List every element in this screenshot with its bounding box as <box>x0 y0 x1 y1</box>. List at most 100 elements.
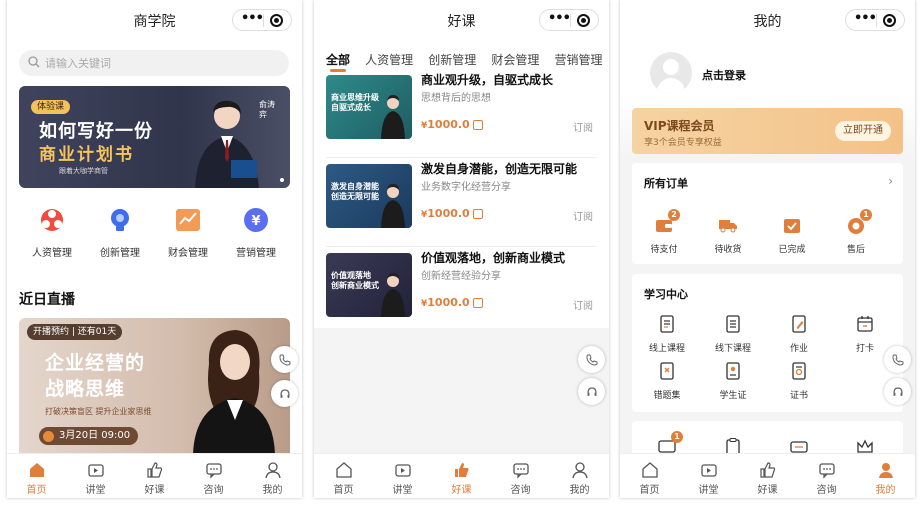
tab-courses[interactable]: 好课 <box>432 454 491 498</box>
screen-mine: 我的 ••• 点击登录 VIP课程会员 享3个会员专享权益 立即开通 所有订单 … <box>620 0 915 498</box>
close-target-icon[interactable] <box>883 14 896 27</box>
study-center-card: 学习中心 线上课程 线下课程 作业 打卡 错题集 学生证 证书 <box>632 274 903 412</box>
chevron-right-icon[interactable]: › <box>888 174 893 188</box>
tab-consult[interactable]: 咨询 <box>797 454 856 498</box>
header: 商学院 ••• <box>7 0 302 40</box>
tab-home[interactable]: 首页 <box>7 454 66 498</box>
vip-icon <box>472 120 483 130</box>
category-hr[interactable]: 人资管理 <box>22 206 82 259</box>
study-student-card[interactable]: 学生证 <box>713 361 753 401</box>
tab-hr[interactable]: 人资管理 <box>365 51 413 68</box>
tab-consult[interactable]: 咨询 <box>184 454 243 498</box>
course-item[interactable]: 商业思维升级 自驱式成长 商业观升级，自驱式成长 思想背后的思想 ¥1000.0… <box>326 69 597 158</box>
order-pending-receipt[interactable]: 待收货 <box>708 215 748 255</box>
category-label: 财会管理 <box>168 248 208 259</box>
play-icon <box>43 430 54 442</box>
course-item[interactable]: 价值观落地 创新商业模式 价值观落地，创新商业模式 创新经营经验分享 ¥1000… <box>326 247 597 336</box>
tab-bar: 首页 讲堂 好课 咨询 我的 <box>314 453 609 498</box>
order-pending-payment[interactable]: 2 待支付 <box>644 209 684 255</box>
study-certificate[interactable]: 证书 <box>779 361 819 401</box>
subscribe-button[interactable]: 订阅 <box>573 119 593 134</box>
tv-icon <box>394 464 411 477</box>
tab-all[interactable]: 全部 <box>326 51 350 68</box>
phone-icon <box>585 354 597 366</box>
category-marketing[interactable]: ¥ 营销管理 <box>226 206 286 259</box>
course-thumbnail: 价值观落地 创新商业模式 <box>326 253 412 317</box>
yen-icon: ¥ <box>244 208 268 232</box>
chat-icon <box>205 463 222 479</box>
tab-courses[interactable]: 好课 <box>125 454 184 498</box>
headset-icon <box>279 388 290 398</box>
login-link[interactable]: 点击登录 <box>702 67 746 83</box>
vip-card[interactable]: VIP课程会员 享3个会员专享权益 立即开通 <box>632 108 903 154</box>
live-title-line2: 战略思维 <box>45 378 126 400</box>
support-button[interactable] <box>884 378 911 405</box>
course-subtitle: 思想背后的思想 <box>421 93 491 104</box>
search-input[interactable]: 请输入关键词 <box>19 50 289 76</box>
homework-icon <box>792 315 806 333</box>
category-innovation[interactable]: 创新管理 <box>90 206 150 259</box>
thumbs-up-icon <box>454 463 468 477</box>
tab-mine[interactable]: 我的 <box>550 454 609 498</box>
order-after-sale[interactable]: 1 售后 <box>836 209 876 255</box>
promo-banner[interactable]: 体验课 如何写好一份 商业计划书 跟着大咖学商管 俞涛弈 <box>19 86 290 188</box>
subscribe-button[interactable]: 订阅 <box>573 208 593 223</box>
tab-innovation[interactable]: 创新管理 <box>428 51 476 68</box>
live-subtitle: 打破决策盲区 提升企业家思维 <box>45 407 152 416</box>
avatar[interactable] <box>650 52 692 94</box>
vip-title: VIP课程会员 <box>644 119 715 133</box>
study-checkin[interactable]: 打卡 <box>845 314 885 354</box>
calendar-icon <box>857 316 873 332</box>
study-offline-course[interactable]: 线下课程 <box>713 314 753 354</box>
tab-lecture[interactable]: 讲堂 <box>679 454 738 498</box>
tab-courses[interactable]: 好课 <box>738 454 797 498</box>
section-title-live: 近日直播 <box>19 292 75 308</box>
study-online-course[interactable]: 线上课程 <box>647 314 687 354</box>
thumbs-up-icon <box>759 462 775 478</box>
phone-button[interactable] <box>271 346 298 373</box>
header: 好课 ••• <box>314 0 609 40</box>
live-card[interactable]: 开播预约 | 还有01天 企业经营的 战略思维 打破决策盲区 提升企业家思维 3… <box>19 318 290 454</box>
speaker-name: 俞涛弈 <box>259 100 275 119</box>
tab-mine[interactable]: 我的 <box>243 454 302 498</box>
course-item[interactable]: 激发自身潜能 创造无限可能 激发自身潜能，创造无限可能 业务数字化经营分享 ¥1… <box>326 158 597 247</box>
study-center-title: 学习中心 <box>644 288 688 301</box>
orders-title[interactable]: 所有订单 <box>644 175 688 191</box>
subscribe-button[interactable]: 订阅 <box>573 297 593 312</box>
mini-program-capsule[interactable]: ••• <box>232 9 292 31</box>
chat-icon <box>512 463 529 479</box>
tab-lecture[interactable]: 讲堂 <box>373 454 432 498</box>
support-button[interactable] <box>271 380 298 407</box>
home-icon <box>335 462 352 478</box>
tab-home[interactable]: 首页 <box>620 454 679 498</box>
orders-card: 所有订单 › 2 待支付 待收货 已完成 1 售后 <box>632 163 903 264</box>
phone-icon <box>278 354 290 366</box>
carousel-indicator <box>280 178 284 182</box>
tab-consult[interactable]: 咨询 <box>491 454 550 498</box>
vip-icon <box>472 209 483 219</box>
more-icon[interactable]: ••• <box>548 11 571 26</box>
support-button[interactable] <box>578 378 605 405</box>
close-target-icon[interactable] <box>270 14 283 27</box>
phone-button[interactable] <box>884 346 911 373</box>
study-mistake-book[interactable]: 错题集 <box>647 361 687 401</box>
tab-finance[interactable]: 财会管理 <box>491 51 539 68</box>
order-completed[interactable]: 已完成 <box>772 215 812 255</box>
category-finance[interactable]: 财会管理 <box>158 206 218 259</box>
badge: 1 <box>671 431 683 443</box>
tab-home[interactable]: 首页 <box>314 454 373 498</box>
mini-program-capsule[interactable]: ••• <box>845 9 905 31</box>
close-target-icon[interactable] <box>577 14 590 27</box>
study-homework[interactable]: 作业 <box>779 314 819 354</box>
phone-icon <box>891 354 903 366</box>
tab-marketing[interactable]: 营销管理 <box>554 51 602 68</box>
tab-mine[interactable]: 我的 <box>856 454 915 498</box>
tab-lecture[interactable]: 讲堂 <box>66 454 125 498</box>
more-icon[interactable]: ••• <box>854 11 877 26</box>
vip-activate-button[interactable]: 立即开通 <box>835 121 891 141</box>
headset-icon <box>586 386 597 396</box>
phone-button[interactable] <box>578 346 605 373</box>
more-icon[interactable]: ••• <box>241 11 264 26</box>
screen-business-school: 商学院 ••• 请输入关键词 体验课 如何写好一份 商业计划书 跟着大咖学商管 … <box>7 0 302 498</box>
mini-program-capsule[interactable]: ••• <box>539 9 599 31</box>
